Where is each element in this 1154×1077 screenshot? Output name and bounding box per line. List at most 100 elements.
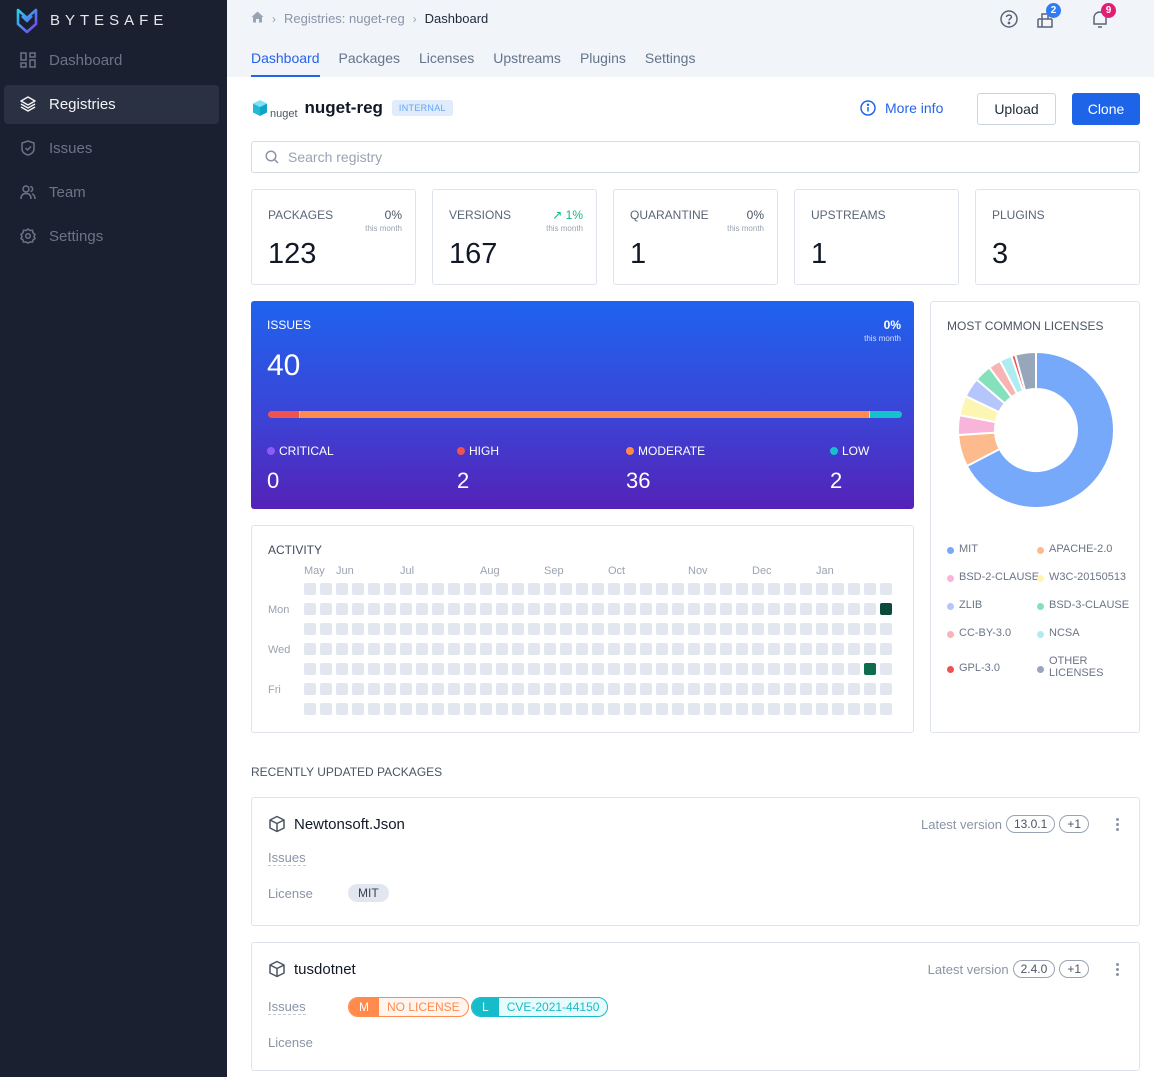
kebab-menu-icon[interactable]	[1111, 816, 1123, 834]
activity-cell[interactable]	[368, 703, 380, 715]
activity-cell[interactable]	[400, 643, 412, 655]
activity-cell[interactable]	[848, 683, 860, 695]
activity-cell[interactable]	[432, 643, 444, 655]
activity-cell[interactable]	[736, 703, 748, 715]
activity-cell[interactable]	[784, 623, 796, 635]
activity-cell[interactable]	[576, 623, 588, 635]
activity-cell[interactable]	[368, 663, 380, 675]
activity-cell[interactable]	[528, 703, 540, 715]
activity-cell[interactable]	[304, 643, 316, 655]
activity-cell[interactable]	[592, 683, 604, 695]
license-pill[interactable]: MIT	[348, 884, 389, 902]
activity-cell[interactable]	[416, 703, 428, 715]
activity-cell[interactable]	[624, 663, 636, 675]
activity-cell[interactable]	[464, 603, 476, 615]
activity-cell[interactable]	[528, 623, 540, 635]
activity-cell[interactable]	[688, 703, 700, 715]
activity-cell[interactable]	[416, 683, 428, 695]
activity-cell[interactable]	[736, 583, 748, 595]
activity-cell[interactable]	[864, 683, 876, 695]
legend-item[interactable]: W3C-20150513	[1037, 571, 1126, 583]
activity-cell[interactable]	[560, 603, 572, 615]
stat-card-versions[interactable]: VERSIONS ↗ 1% this month 167	[432, 189, 597, 285]
activity-cell[interactable]	[448, 603, 460, 615]
activity-cell[interactable]	[336, 703, 348, 715]
activity-cell[interactable]	[384, 663, 396, 675]
activity-cell[interactable]	[720, 663, 732, 675]
activity-cell[interactable]	[608, 603, 620, 615]
sidebar-item-team[interactable]: Team	[4, 173, 219, 212]
package-card[interactable]: Newtonsoft.Json Latest version 13.0.1 +1…	[251, 797, 1140, 926]
legend-item[interactable]: BSD-2-CLAUSE	[947, 571, 1039, 583]
activity-cell[interactable]	[880, 683, 892, 695]
activity-cell[interactable]	[672, 683, 684, 695]
activity-cell[interactable]	[800, 643, 812, 655]
activity-cell[interactable]	[864, 643, 876, 655]
stat-card-quarantine[interactable]: QUARANTINE 0% this month 1	[613, 189, 778, 285]
activity-cell[interactable]	[800, 703, 812, 715]
activity-cell[interactable]	[560, 623, 572, 635]
activity-cell[interactable]	[784, 583, 796, 595]
activity-cell[interactable]	[720, 583, 732, 595]
version-pill[interactable]: 2.4.0	[1012, 960, 1056, 978]
activity-cell[interactable]	[592, 663, 604, 675]
activity-cell[interactable]	[464, 623, 476, 635]
activity-cell[interactable]	[720, 683, 732, 695]
activity-cell[interactable]	[416, 603, 428, 615]
activity-cell[interactable]	[528, 643, 540, 655]
activity-cell[interactable]	[608, 683, 620, 695]
activity-cell[interactable]	[400, 583, 412, 595]
activity-cell[interactable]	[544, 583, 556, 595]
issues-label[interactable]: Issues	[268, 999, 306, 1015]
legend-item[interactable]: GPL-3.0	[947, 662, 1000, 674]
activity-cell[interactable]	[336, 663, 348, 675]
activity-cell[interactable]	[880, 583, 892, 595]
activity-cell[interactable]	[480, 623, 492, 635]
activity-cell[interactable]	[416, 663, 428, 675]
clone-button[interactable]: Clone	[1072, 93, 1140, 125]
activity-cell[interactable]	[752, 583, 764, 595]
activity-cell[interactable]	[560, 703, 572, 715]
activity-cell[interactable]	[640, 643, 652, 655]
activity-cell[interactable]	[576, 663, 588, 675]
activity-cell[interactable]	[784, 683, 796, 695]
activity-cell[interactable]	[832, 623, 844, 635]
activity-cell[interactable]	[576, 583, 588, 595]
activity-cell[interactable]	[448, 703, 460, 715]
activity-cell[interactable]	[864, 703, 876, 715]
activity-cell[interactable]	[384, 703, 396, 715]
activity-cell[interactable]	[576, 643, 588, 655]
severity-critical[interactable]: CRITICAL 0	[267, 444, 334, 494]
activity-cell[interactable]	[384, 583, 396, 595]
upload-button[interactable]: Upload	[977, 93, 1056, 125]
package-name-link[interactable]: Newtonsoft.Json	[268, 815, 405, 833]
kebab-menu-icon[interactable]	[1111, 961, 1123, 979]
activity-cell[interactable]	[624, 643, 636, 655]
activity-cell[interactable]	[496, 703, 508, 715]
activity-cell[interactable]	[704, 703, 716, 715]
activity-cell[interactable]	[752, 643, 764, 655]
activity-cell[interactable]	[848, 703, 860, 715]
activity-cell[interactable]	[368, 643, 380, 655]
activity-cell[interactable]	[784, 703, 796, 715]
activity-cell[interactable]	[576, 703, 588, 715]
activity-cell[interactable]	[544, 663, 556, 675]
severity-low[interactable]: LOW 2	[830, 444, 869, 494]
activity-cell[interactable]	[304, 683, 316, 695]
logo[interactable]: BYTESAFE	[16, 6, 168, 34]
activity-cell[interactable]	[352, 623, 364, 635]
package-card[interactable]: tusdotnet Latest version 2.4.0 +1 Issues…	[251, 942, 1140, 1071]
activity-cell[interactable]	[320, 663, 332, 675]
legend-item[interactable]: NCSA	[1037, 627, 1080, 639]
activity-cell[interactable]	[480, 703, 492, 715]
activity-cell[interactable]	[464, 583, 476, 595]
more-versions-pill[interactable]: +1	[1059, 960, 1089, 978]
activity-cell[interactable]	[448, 643, 460, 655]
activity-cell[interactable]	[720, 603, 732, 615]
activity-cell[interactable]	[720, 623, 732, 635]
activity-cell[interactable]	[400, 703, 412, 715]
activity-cell[interactable]	[880, 623, 892, 635]
activity-cell[interactable]	[688, 663, 700, 675]
activity-cell[interactable]	[304, 663, 316, 675]
activity-cell[interactable]	[528, 683, 540, 695]
